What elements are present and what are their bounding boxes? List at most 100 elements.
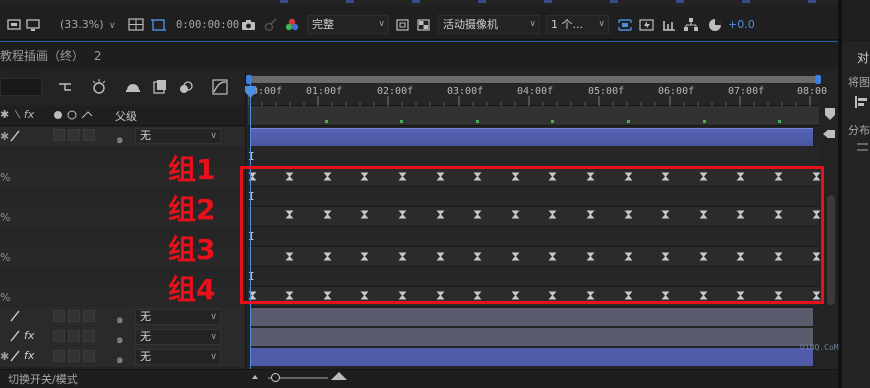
quality-switch-icon[interactable] <box>10 310 20 322</box>
align-panel: 对 将图 分布 <box>842 41 870 388</box>
scale-percent: % <box>0 171 11 184</box>
show-snapshot-icon[interactable] <box>262 16 280 34</box>
blur-switch-header-icon <box>52 109 96 121</box>
quality-switch-icon[interactable] <box>10 330 20 342</box>
timeline-scrollbar[interactable] <box>827 195 835 305</box>
chevron-down-icon: ∨ <box>109 21 116 31</box>
composition-flowchart-icon[interactable] <box>57 80 73 94</box>
shy-layers-icon[interactable] <box>125 80 141 94</box>
switches-header: ✱ ⟍ fx <box>0 108 35 121</box>
safe-margins-icon[interactable] <box>127 16 145 34</box>
parent-dropdown[interactable]: 无 ∨ <box>135 329 221 345</box>
layer-duration-bar[interactable] <box>250 348 813 366</box>
watermark: UiBQ.CoM <box>800 343 839 352</box>
ruler-tick-label: 02:00f <box>377 86 414 97</box>
fast-preview-icon[interactable] <box>638 16 656 34</box>
chevron-down-icon: ∨ <box>210 332 217 342</box>
frame-blending-icon[interactable] <box>152 79 168 95</box>
region-of-interest-icon[interactable] <box>394 16 412 34</box>
switch-box[interactable] <box>53 330 65 342</box>
switch-box[interactable] <box>53 129 65 141</box>
comp-tab-number: 2 <box>93 49 102 63</box>
switch-box[interactable] <box>83 310 95 322</box>
monitor-icon[interactable] <box>24 16 42 34</box>
layer-row[interactable]: ๑ 无 ∨ <box>0 307 245 327</box>
quality-switch-icon[interactable] <box>10 130 20 142</box>
parent-value: 无 <box>140 310 151 323</box>
search-field[interactable] <box>0 78 42 96</box>
pickwhip-icon[interactable]: ๑ <box>116 130 124 149</box>
ruler-tick-label: 08:00 <box>797 86 828 97</box>
color-channels-icon[interactable] <box>283 16 301 34</box>
layer-row[interactable]: ✱ fx ๑ 无 ∨ <box>0 347 245 367</box>
chevron-down-icon: ∨ <box>210 131 217 141</box>
ruler-ticks <box>248 96 811 106</box>
parent-dropdown[interactable]: 无 ∨ <box>135 349 221 365</box>
zoom-slider-thumb[interactable] <box>271 373 280 382</box>
comp-tab[interactable]: 教程插画（终） 2 <box>0 47 101 65</box>
checkerboard-icon[interactable] <box>415 16 433 34</box>
switch-box[interactable] <box>68 129 80 141</box>
switch-box[interactable] <box>83 330 95 342</box>
timeline-icon[interactable] <box>660 16 678 34</box>
work-area-end-handle[interactable] <box>815 75 821 84</box>
parent-dropdown[interactable]: 无 ∨ <box>135 128 221 144</box>
comp-marker-icon[interactable] <box>824 107 836 121</box>
zoom-value: (33.3%) <box>60 18 104 31</box>
camera-dropdown[interactable]: 活动摄像机 ∨ <box>438 15 540 34</box>
work-area-bar[interactable] <box>248 76 819 83</box>
right-edge-top <box>842 0 870 40</box>
chevron-down-icon: ∨ <box>529 19 536 29</box>
parent-value: 无 <box>140 330 151 343</box>
zoom-in-icon[interactable] <box>330 371 348 381</box>
distribute-icon[interactable] <box>856 141 868 155</box>
comp-button-icon[interactable] <box>822 128 836 140</box>
in-point-marker-icon: I <box>248 150 255 163</box>
fx-switch-icon[interactable]: fx <box>24 329 34 342</box>
zoom-dropdown[interactable]: (33.3%) ∨ <box>60 17 116 34</box>
region-icon[interactable] <box>6 16 24 34</box>
quality-switch-icon[interactable] <box>10 350 20 362</box>
exposure-value[interactable]: +0.0 <box>728 17 755 33</box>
distribute-label: 分布 <box>848 124 870 137</box>
pickwhip-icon[interactable]: ๑ <box>116 350 124 369</box>
shape-layer-bar[interactable] <box>250 328 813 346</box>
solo-switch-icon[interactable]: ✱ <box>0 350 9 363</box>
solo-switch-icon[interactable]: ✱ <box>0 130 9 143</box>
graph-editor-icon[interactable] <box>212 79 228 95</box>
comp-tab-bar <box>0 41 838 69</box>
work-area-start-handle[interactable] <box>246 75 252 84</box>
chevron-down-icon: ∨ <box>378 19 385 29</box>
switch-box[interactable] <box>53 350 65 362</box>
parent-dropdown[interactable]: 无 ∨ <box>135 309 221 325</box>
layer-row[interactable]: ✱ ๑ 无 ∨ <box>0 127 245 147</box>
switch-box[interactable] <box>68 310 80 322</box>
layer-row[interactable]: fx ๑ 无 ∨ <box>0 327 245 347</box>
shape-layer-bar[interactable] <box>250 308 813 326</box>
zoom-out-icon[interactable] <box>250 372 260 382</box>
current-time[interactable]: 0:00:00:00 <box>176 17 239 33</box>
switch-box[interactable] <box>68 330 80 342</box>
toggle-switches-modes[interactable]: 切换开关/模式 <box>8 371 78 387</box>
transparency-grid-icon[interactable] <box>150 16 168 34</box>
camera-snapshot-icon[interactable] <box>240 16 258 34</box>
switch-box[interactable] <box>68 350 80 362</box>
switch-box[interactable] <box>53 310 65 322</box>
align-left-icon[interactable] <box>854 95 868 109</box>
toggle-pixel-aspect-icon[interactable] <box>616 16 634 34</box>
parent-value: 无 <box>140 350 151 363</box>
playhead-handle-icon[interactable] <box>245 86 256 98</box>
switch-box[interactable] <box>83 350 95 362</box>
views-dropdown[interactable]: 1 个... ∨ <box>546 15 609 34</box>
layer-duration-bar[interactable] <box>250 128 813 146</box>
resolution-dropdown[interactable]: 完整 ∨ <box>307 15 389 34</box>
ruler-tick-label: 04:00f <box>517 86 554 97</box>
reset-exposure-icon[interactable] <box>706 16 724 34</box>
group-1-label: 组1 <box>168 153 216 186</box>
motion-blur-icon[interactable] <box>178 79 194 95</box>
flowchart-icon[interactable] <box>682 16 700 34</box>
fx-switch-icon[interactable]: fx <box>24 349 34 362</box>
ruler-tick-label: 05:00f <box>588 86 625 97</box>
switch-box[interactable] <box>83 129 95 141</box>
draft-3d-icon[interactable] <box>90 78 108 96</box>
